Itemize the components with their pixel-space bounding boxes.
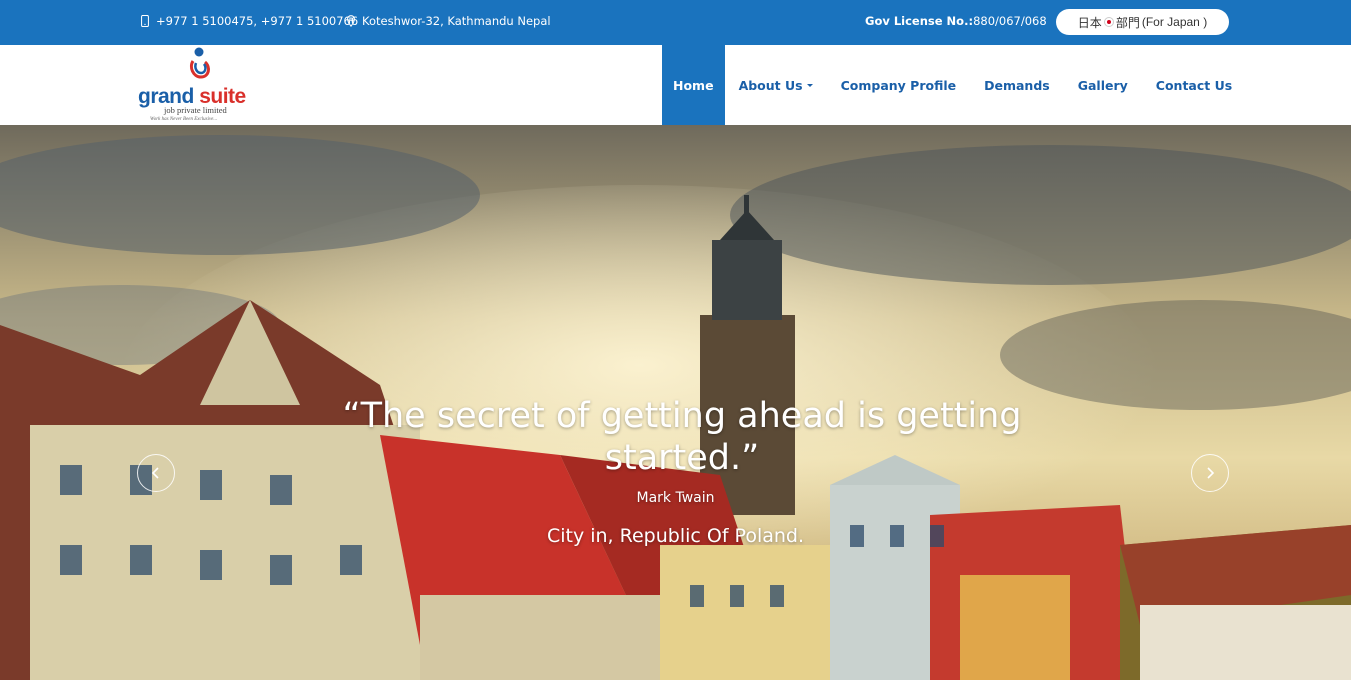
phone-icon: [141, 15, 149, 27]
map-pin-icon: [347, 15, 355, 27]
license-info: Gov License No.:880/067/068: [865, 14, 1047, 28]
nav-gallery[interactable]: Gallery: [1064, 45, 1142, 125]
top-info-bar: +977 1 5100475, +977 1 5100766 Koteshwor…: [0, 0, 1351, 45]
phone-info[interactable]: +977 1 5100475, +977 1 5100766: [140, 14, 358, 28]
nav-company-profile[interactable]: Company Profile: [827, 45, 971, 125]
nav-about-us[interactable]: About Us: [725, 45, 827, 125]
hero-location: City in, Republic Of Poland.: [546, 525, 805, 547]
caret-down-icon: [806, 83, 813, 87]
japan-suffix: 部門: [1115, 15, 1140, 30]
japan-section-button[interactable]: 日本 部門 (For Japan ): [1056, 9, 1229, 35]
japan-label: (For Japan ): [1141, 15, 1208, 29]
slider-next-button[interactable]: [1191, 454, 1229, 492]
license-label: Gov License No.:: [865, 14, 974, 28]
hero-author: Mark Twain: [636, 490, 715, 506]
nav-about-us-label: About Us: [738, 77, 803, 93]
address-text: Koteshwor-32, Kathmandu Nepal: [362, 14, 551, 28]
japan-flag-icon: [1103, 17, 1114, 27]
hero-quote: “The secret of getting ahead is getting …: [342, 396, 1022, 478]
license-number: 880/067/068: [973, 14, 1047, 28]
main-nav: Home About Us Company Profile Demands Ga…: [662, 45, 1246, 125]
chevron-right-icon: [1207, 467, 1215, 479]
slider-prev-button[interactable]: [137, 454, 175, 492]
nav-demands[interactable]: Demands: [970, 45, 1064, 125]
hero-slider: “The secret of getting ahead is getting …: [0, 125, 1351, 680]
japan-prefix: 日本: [1077, 15, 1102, 30]
chevron-left-icon: [151, 467, 159, 479]
nav-contact-us[interactable]: Contact Us: [1142, 45, 1246, 125]
nav-home[interactable]: Home: [662, 45, 725, 125]
logo-tagline: Work has Never Been Exclusive...: [150, 117, 218, 122]
address-info: Koteshwor-32, Kathmandu Nepal: [346, 14, 551, 28]
phone-text: +977 1 5100475, +977 1 5100766: [156, 14, 359, 28]
logo-subtitle: job private limited: [164, 105, 227, 115]
site-header: grand suite job private limited Work has…: [0, 45, 1351, 125]
site-logo[interactable]: grand suite job private limited Work has…: [138, 47, 246, 123]
logo-mark-icon: [189, 47, 210, 79]
